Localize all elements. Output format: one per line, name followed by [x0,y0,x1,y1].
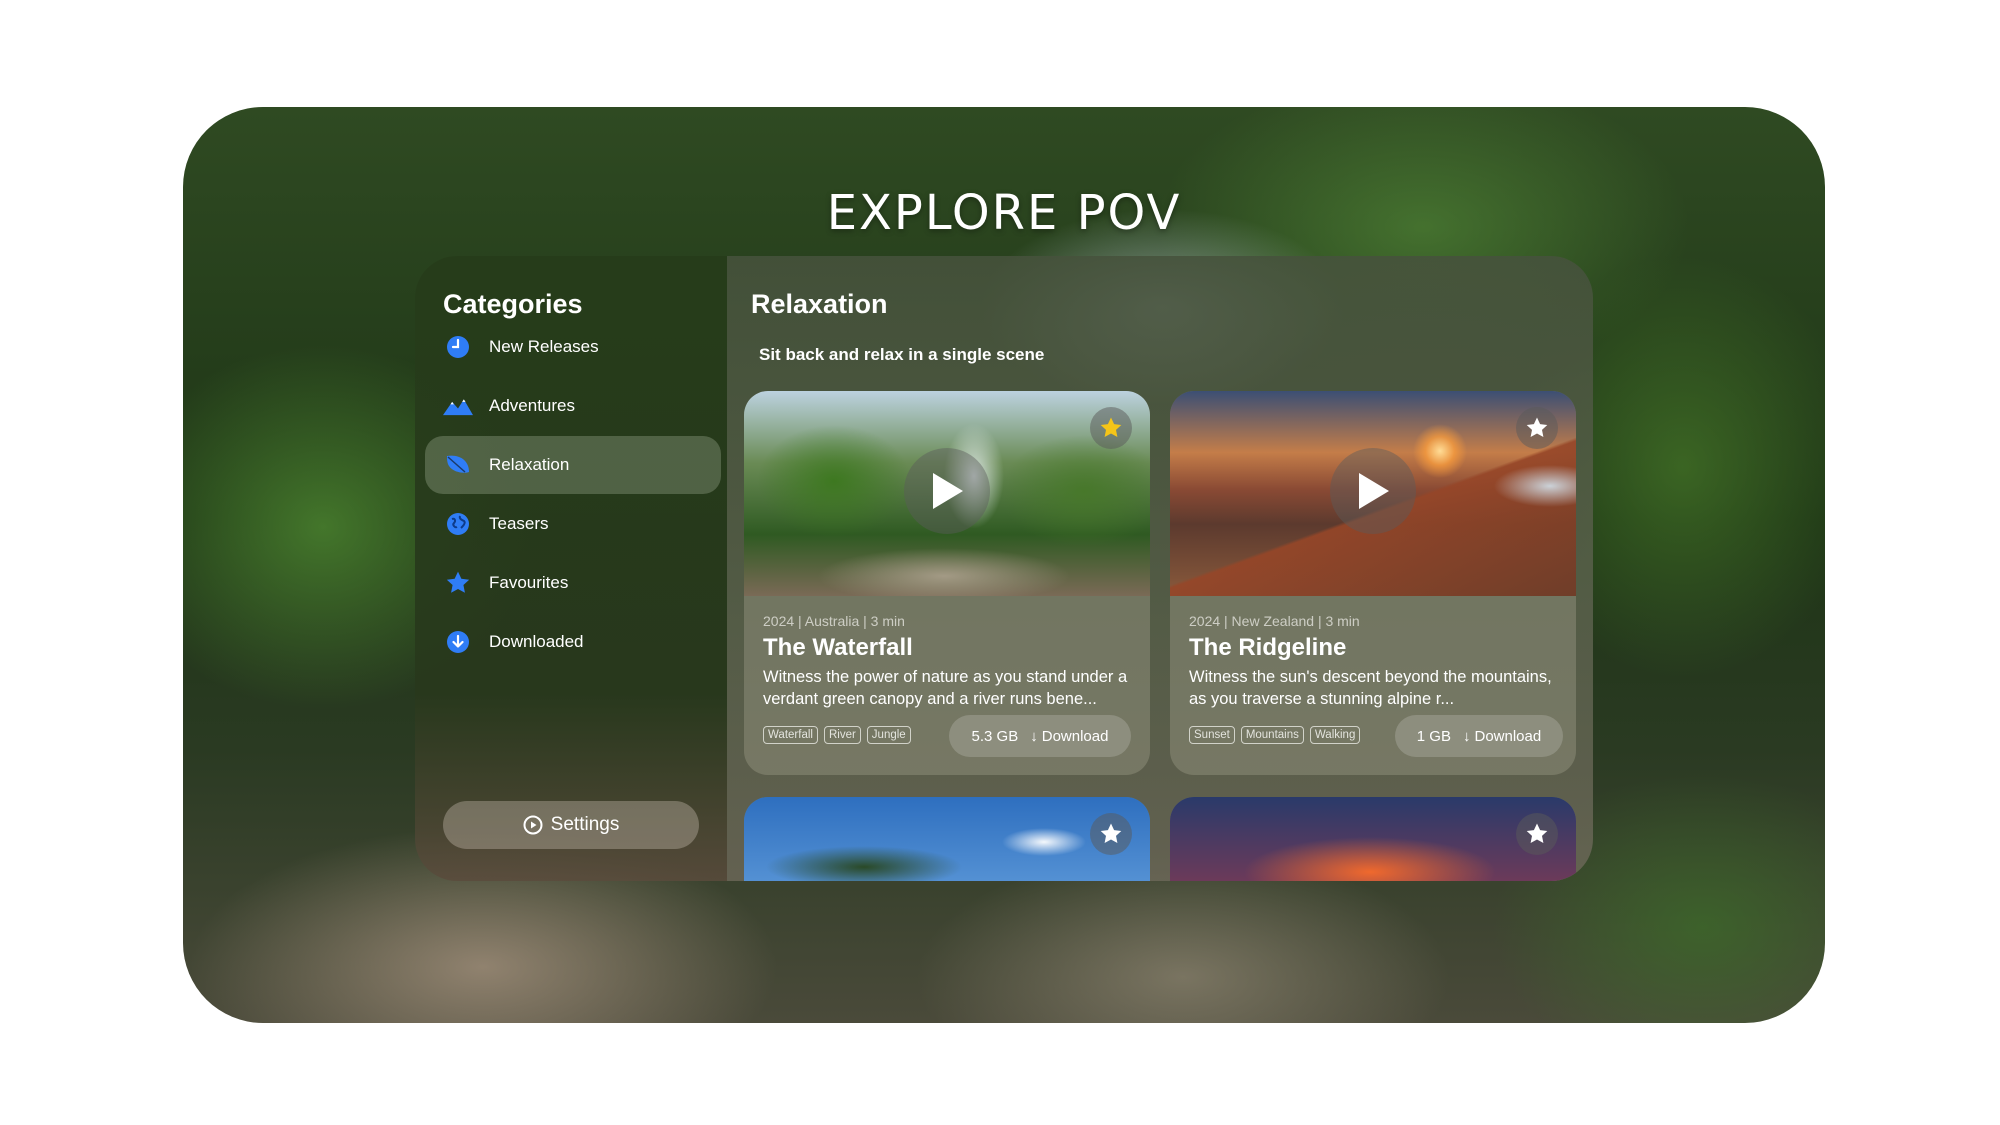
play-button[interactable] [1330,448,1416,534]
star-icon [1526,417,1548,437]
sidebar-item-relaxation[interactable]: Relaxation [425,436,721,494]
video-card[interactable] [744,797,1150,881]
app-logo: EXPLORE POV [826,185,1182,241]
sidebar-item-label: Favourites [489,573,569,592]
favourite-button[interactable] [1516,813,1558,855]
sidebar-item-adventures[interactable]: Adventures [425,377,721,435]
favourite-button[interactable] [1516,407,1558,449]
tag-list: Waterfall River Jungle [763,726,911,744]
play-circle-icon [523,815,543,835]
tag: Waterfall [763,726,818,744]
sidebar-item-teasers[interactable]: Teasers [425,495,721,553]
download-arrow-icon: ↓ [1462,727,1471,745]
star-icon [443,568,473,598]
video-title: The Ridgeline [1189,634,1347,661]
sidebar-item-downloaded[interactable]: Downloaded [425,613,721,671]
sidebar: Categories New Releases Adventures Relax… [415,256,727,881]
sidebar-title: Categories [443,289,583,319]
sidebar-item-favourites[interactable]: Favourites [425,554,721,612]
globe-icon [443,509,473,539]
page-title: Relaxation [751,289,888,319]
sidebar-item-label: Downloaded [489,632,584,651]
download-circle-icon [443,627,473,657]
video-card-ridgeline[interactable]: 2024 | New Zealand | 3 min The Ridgeline… [1170,391,1576,775]
forest-background: EXPLORE POV Categories New Releases Adve… [183,107,1825,1023]
settings-label: Settings [550,814,620,835]
tag-list: Sunset Mountains Walking [1189,726,1361,744]
sidebar-item-label: New Releases [489,337,599,356]
tag: Walking [1309,726,1361,744]
video-description: Witness the sun's descent beyond the mou… [1189,668,1552,708]
play-icon [1359,473,1389,509]
settings-button[interactable]: Settings [443,801,699,849]
clock-icon [443,332,473,362]
play-icon [933,473,963,509]
main-window: Categories New Releases Adventures Relax… [415,256,1593,881]
video-description: Witness the power of nature as you stand… [763,668,1128,708]
video-thumbnail [1170,797,1576,881]
tag: Sunset [1189,726,1235,744]
favourite-button[interactable] [1090,813,1132,855]
video-thumbnail [744,797,1150,881]
video-meta: 2024 | Australia | 3 min [763,613,905,629]
download-arrow-icon: ↓ [1030,727,1038,745]
play-button[interactable] [904,448,990,534]
video-card[interactable] [1170,797,1576,881]
star-filled-icon [1100,417,1122,437]
mountains-icon [443,391,473,421]
page-subtitle: Sit back and relax in a single scene [759,345,1045,364]
download-label: Download [1474,727,1542,745]
sidebar-item-new-releases[interactable]: New Releases [425,318,721,376]
file-size: 1 GB [1416,727,1451,745]
tag: River [823,726,861,744]
leaf-icon [443,450,473,480]
content-area: Relaxation Sit back and relax in a singl… [727,256,1593,881]
sidebar-item-label: Adventures [489,396,575,415]
video-meta: 2024 | New Zealand | 3 min [1189,613,1360,629]
sidebar-item-label: Teasers [489,514,549,533]
video-title: The Waterfall [763,634,913,661]
star-icon [1526,823,1548,843]
favourite-button[interactable] [1090,407,1132,449]
video-card-waterfall[interactable]: 2024 | Australia | 3 min The Waterfall W… [744,391,1150,775]
download-button[interactable]: 1 GB ↓ Download [1395,715,1563,757]
file-size: 5.3 GB [971,727,1019,745]
tag: Mountains [1240,726,1304,744]
star-icon [1100,823,1122,843]
sidebar-item-label: Relaxation [489,455,570,474]
download-button[interactable]: 5.3 GB ↓ Download [949,715,1131,757]
tag: Jungle [866,726,911,744]
download-label: Download [1041,727,1109,745]
